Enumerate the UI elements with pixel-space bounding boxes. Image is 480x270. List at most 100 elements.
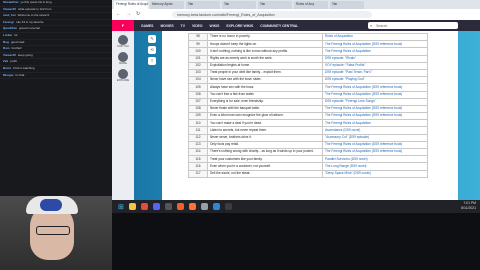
rule-source[interactable]: The Ferengi Rules of Acquisition (DS9 re… [322, 40, 428, 49]
fandom-nav-item[interactable]: VIDEO [192, 24, 203, 28]
rule-number: 99 [188, 40, 208, 49]
table-row: 110 You can't make a deal if you're dead.… [188, 119, 428, 128]
chat-username[interactable]: QuarkFan [3, 26, 17, 31]
rule-text: There is no honor in poverty. [207, 32, 323, 42]
rule-source[interactable]: Rules of Acquisition [322, 32, 428, 42]
chat-username[interactable]: Moogie [3, 73, 14, 77]
url-field[interactable]: memory-beta.fandom.com/wiki/Ferengi_Rule… [172, 11, 372, 18]
chat-message: Zek profit [0, 59, 112, 66]
rule-text: Never serve, brothers drive it. [207, 133, 323, 142]
rule-number: 110 [188, 119, 208, 128]
rule-source[interactable]: The Long Range (DS9 novel) [322, 162, 428, 171]
rule-text: Always have sex with the boss. [207, 83, 323, 92]
windows-taskbar: ⊞ 7:01 PM 8/11/2021 [112, 200, 480, 213]
brave-icon[interactable] [176, 203, 184, 210]
system-clock[interactable]: 7:01 PM 8/11/2021 [461, 201, 476, 210]
rules-table: 98 There is no honor in poverty. Rules of … [188, 32, 428, 178]
more-icon[interactable] [118, 52, 128, 62]
rule-source[interactable]: Ascendance (DS9 novel) [322, 126, 428, 135]
rule-source[interactable]: "Accessory Cut" (DS9 episode) [322, 133, 428, 142]
fandom-nav-item[interactable]: MOVIES [160, 24, 173, 28]
obs-icon[interactable] [164, 203, 172, 210]
rule-source[interactable]: The Ferengi Rules of Acquisition (DS9 re… [322, 112, 428, 121]
reload-icon[interactable]: ↻ [136, 11, 140, 17]
search-input[interactable]: ⌕ Search [368, 22, 458, 29]
explore-icon[interactable] [118, 69, 128, 79]
fandom-left-rail: FOR YOU MORE EXPLORE [112, 31, 135, 200]
browser-tab[interactable]: Memory Alpha [150, 1, 184, 9]
chat-username[interactable]: mod_bot [3, 13, 16, 17]
chat-username[interactable]: Viewer22 [3, 7, 16, 11]
fan-feed-icon[interactable] [118, 35, 128, 45]
chat-text: rule 34 is my favorite [15, 19, 44, 24]
rule-source[interactable]: The Ferengi Rules of Acquisition (DS9 re… [322, 140, 428, 150]
search-icon: ⌕ [370, 23, 373, 28]
rule-source[interactable]: The Ferengi Rules of Acquisition [322, 47, 428, 56]
chat-text: greed is eternal [19, 26, 40, 31]
terminal-icon[interactable] [224, 203, 232, 210]
back-icon[interactable]: ← [116, 11, 121, 17]
rule-source[interactable]: The Ferengi Rules of Acquisition [322, 119, 428, 128]
rule-source[interactable]: DS9 episode: "Playing God" [322, 76, 428, 85]
table-row: 100 It ain't nothing, nothing is like a m… [188, 47, 428, 56]
rule-source[interactable]: The Ferengi Rules of Acquisition (DS9 re… [322, 104, 428, 114]
chat-username[interactable]: Zek [3, 59, 8, 64]
share-icon[interactable]: ⇪ [148, 57, 156, 65]
rule-source[interactable]: DS9 episode: "Rivals" [322, 54, 428, 63]
browser-tab[interactable]: Tab [222, 1, 256, 9]
fandom-nav-item[interactable]: WIKIS [210, 24, 220, 28]
article-page: 98 There is no honor in poverty. Rules of … [162, 31, 458, 200]
chat-text: profit [10, 59, 17, 64]
chat-username[interactable]: Ferengi [3, 20, 14, 24]
browser-tab[interactable]: Ferengi Rules of Acquisition [114, 1, 148, 9]
chat-username[interactable]: Lurker [3, 33, 12, 37]
history-icon[interactable]: ⟲ [148, 46, 156, 54]
chat-message: Viewer22 keep going [0, 53, 112, 60]
rule-source[interactable]: Parallel Survivors (DS9 novel) [322, 155, 428, 164]
rule-source[interactable]: DS9 episode: "Past Tense, Part I" [322, 68, 428, 78]
rule-source[interactable]: The Ferengi Rules of Acquisition (DS9 re… [322, 90, 428, 99]
rule-text: Exploitation begins at home. [207, 61, 323, 70]
browser-tab[interactable]: Tab [258, 1, 292, 9]
rule-source[interactable]: The Ferengi Rules of Acquisition (DS9 re… [322, 83, 428, 92]
explorer-icon[interactable] [128, 203, 136, 210]
browser-tab[interactable]: Tab [330, 1, 364, 9]
chrome-icon[interactable] [140, 203, 148, 210]
fandom-header: F GAMES MOVIES TV VIDEO WIKIS EXPLORE WIKIS CO… [112, 20, 480, 31]
fandom-logo[interactable]: F [112, 20, 134, 31]
chat-username[interactable]: Rom [3, 46, 10, 50]
rule-source[interactable]: DS9 episode: "Ferengi Love Songs" [322, 97, 428, 106]
page-content-area: ✎ ⟲ ⇪ 98 There is no honor in poverty. Rul… [134, 31, 480, 200]
clock-time: 7:01 PM [463, 201, 476, 205]
chat-username[interactable]: Viewer22 [3, 53, 16, 57]
chat-text: what episode is 122 from [17, 6, 52, 11]
fandom-nav-item[interactable]: GAMES [141, 24, 153, 28]
chat-message: QuarkFan greed is eternal [0, 26, 112, 33]
table-row: 116 Even when you're a customer, not your… [188, 162, 428, 171]
rule-source[interactable]: The Ferengi Rules of Acquisition (DS9 re… [322, 147, 428, 157]
chat-username[interactable]: StreamFan [3, 0, 19, 4]
chat-username[interactable]: Brunt [3, 66, 11, 70]
rail-label-2: MORE [119, 62, 127, 65]
browser-tab[interactable]: Tab [186, 1, 220, 9]
store-icon[interactable] [212, 203, 220, 210]
fandom-nav-item[interactable]: TV [181, 24, 185, 28]
fandom-nav-item[interactable]: EXPLORE WIKIS [226, 24, 253, 28]
discord-icon[interactable] [152, 203, 160, 210]
rule-number: 117 [188, 169, 208, 178]
forward-icon[interactable]: → [126, 11, 131, 17]
edit-icon[interactable]: ✎ [148, 35, 156, 43]
rule-source[interactable]: VOY episode: "False Profits" [322, 61, 428, 70]
browser-tab[interactable]: Rules of Acq [294, 1, 328, 9]
settings-icon[interactable] [200, 203, 208, 210]
chat-username[interactable]: Nog [3, 40, 9, 44]
fandom-nav-item[interactable]: COMMUNITY CENTRAL [260, 24, 298, 28]
table-row: 109 Even a blind man can recognize the gl… [188, 112, 428, 121]
table-row: 113 Only fools pay retail. The Ferengi Rul… [188, 140, 428, 150]
rule-source[interactable]: "Deep Space Mine" (DS9 comic) [322, 169, 428, 178]
firefox-icon[interactable] [188, 203, 196, 210]
chat-message: Rom brother! [0, 46, 112, 53]
rule-text: Everything is for sale, even friendship. [207, 97, 323, 106]
rule-number: 102 [188, 61, 208, 70]
rule-text: You can't make a deal if you're dead. [207, 119, 323, 128]
